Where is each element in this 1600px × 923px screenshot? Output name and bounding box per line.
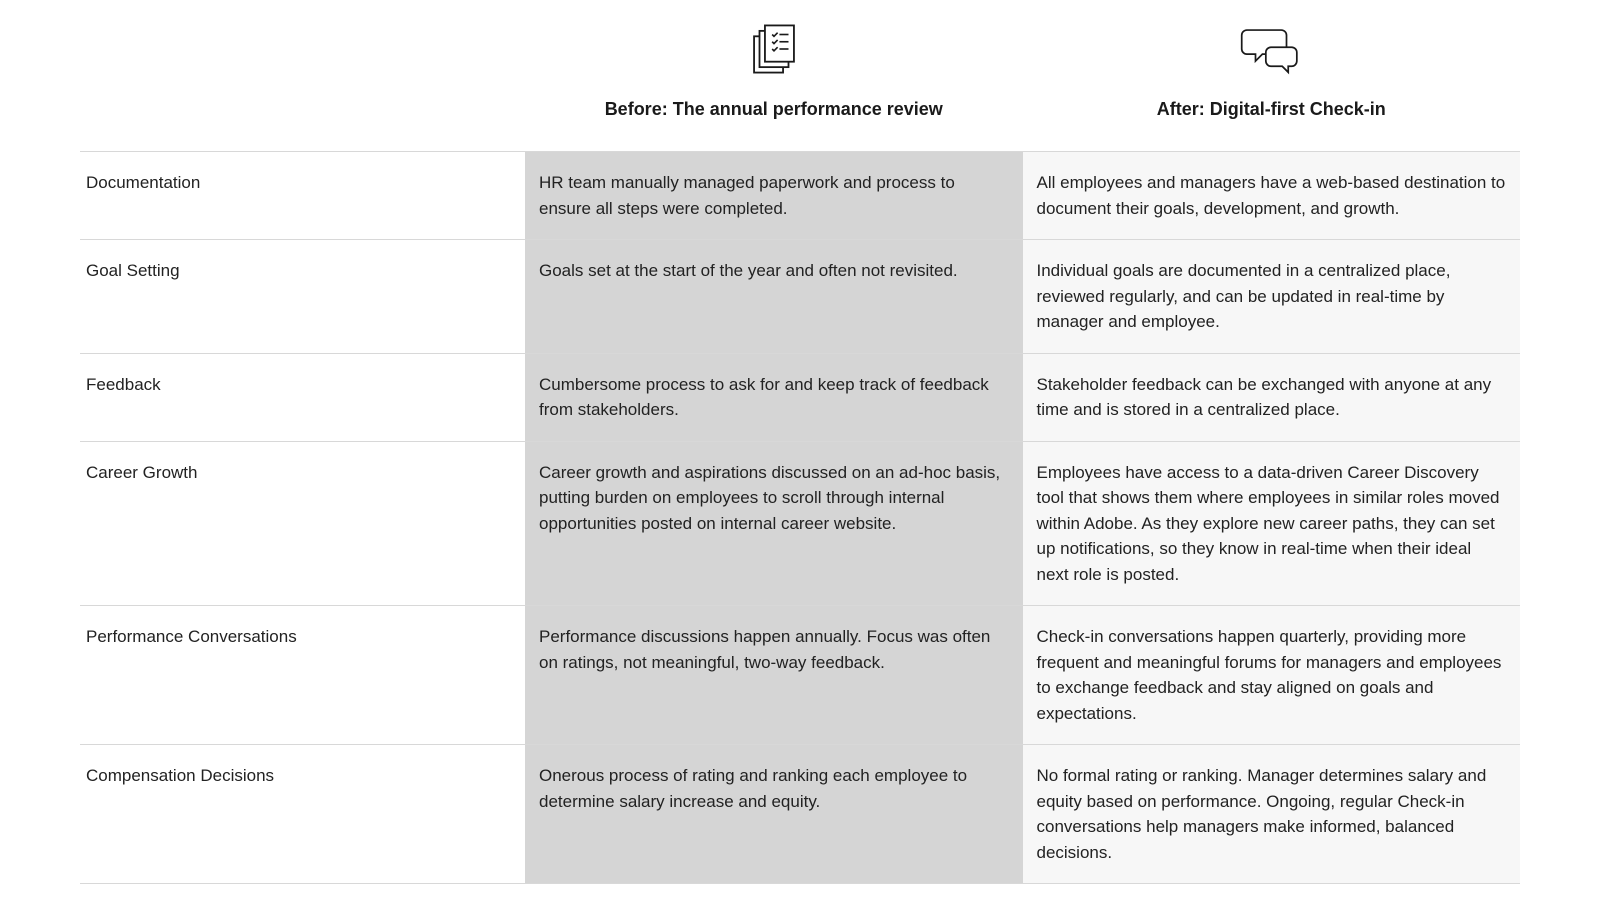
table-row: Career Growth Career growth and aspirati… bbox=[80, 441, 1520, 606]
after-cell: Individual goals are documented in a cen… bbox=[1023, 240, 1521, 354]
row-label: Documentation bbox=[80, 152, 525, 240]
table-row: Compensation Decisions Onerous process o… bbox=[80, 745, 1520, 884]
row-label: Goal Setting bbox=[80, 240, 525, 354]
after-header: After: Digital-first Check-in bbox=[1023, 20, 1521, 123]
table-row: Performance Conversations Performance di… bbox=[80, 606, 1520, 745]
before-cell: Goals set at the start of the year and o… bbox=[525, 240, 1023, 354]
after-header-title: After: Digital-first Check-in bbox=[1023, 96, 1521, 123]
table-header-row: Before: The annual performance review Af… bbox=[80, 0, 1520, 151]
chat-bubbles-icon bbox=[1023, 20, 1521, 78]
row-label: Feedback bbox=[80, 353, 525, 441]
before-cell: Performance discussions happen annually.… bbox=[525, 606, 1023, 745]
table-row: Documentation HR team manually managed p… bbox=[80, 152, 1520, 240]
before-header-title: Before: The annual performance review bbox=[525, 96, 1023, 123]
before-cell: HR team manually managed paperwork and p… bbox=[525, 152, 1023, 240]
comparison-table-container: Before: The annual performance review Af… bbox=[0, 0, 1600, 884]
after-cell: No formal rating or ranking. Manager det… bbox=[1023, 745, 1521, 884]
comparison-table-body: Documentation HR team manually managed p… bbox=[80, 152, 1520, 884]
row-label: Career Growth bbox=[80, 441, 525, 606]
table-row: Goal Setting Goals set at the start of t… bbox=[80, 240, 1520, 354]
before-cell: Onerous process of rating and ranking ea… bbox=[525, 745, 1023, 884]
row-label: Performance Conversations bbox=[80, 606, 525, 745]
before-header: Before: The annual performance review bbox=[525, 20, 1023, 123]
documents-icon bbox=[525, 20, 1023, 78]
after-cell: Stakeholder feedback can be exchanged wi… bbox=[1023, 353, 1521, 441]
after-cell: All employees and managers have a web-ba… bbox=[1023, 152, 1521, 240]
table-row: Feedback Cumbersome process to ask for a… bbox=[80, 353, 1520, 441]
before-cell: Cumbersome process to ask for and keep t… bbox=[525, 353, 1023, 441]
before-cell: Career growth and aspirations discussed … bbox=[525, 441, 1023, 606]
row-label: Compensation Decisions bbox=[80, 745, 525, 884]
after-cell: Check-in conversations happen quarterly,… bbox=[1023, 606, 1521, 745]
comparison-table: Documentation HR team manually managed p… bbox=[80, 151, 1520, 884]
after-cell: Employees have access to a data-driven C… bbox=[1023, 441, 1521, 606]
